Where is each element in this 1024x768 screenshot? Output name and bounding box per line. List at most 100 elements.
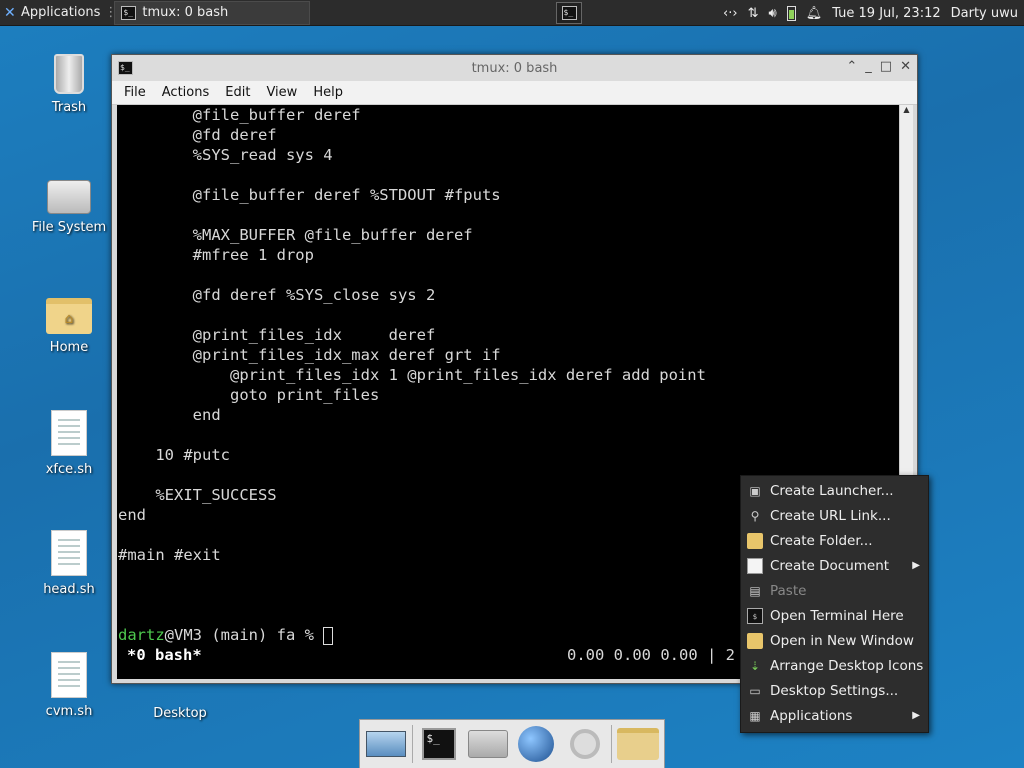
trash-icon [54,54,84,94]
prompt-user: dartz [118,626,165,644]
folder-icon [747,632,763,649]
submenu-arrow-icon: ▶ [912,560,920,571]
dock: $_ [359,719,665,768]
context-menu-item[interactable]: Create Folder... [741,528,928,553]
paste-icon: ▤ [749,583,761,598]
terminal-icon: $ [747,607,763,624]
context-menu-item[interactable]: ▭ Desktop Settings... [741,678,928,703]
tmux-status-load: 0.00 0.00 0.00 | 2 [567,646,735,664]
minimize-icon[interactable]: _ [865,59,872,74]
tmux-status-window: *0 bash* [127,646,202,664]
user-menu[interactable]: Darty uwu [951,6,1018,21]
terminal-icon: $_ [422,728,457,760]
top-panel: ✕ Applications ⋮ $_ tmux: 0 bash $_ ‹·› … [0,0,1024,26]
dock-home[interactable] [466,722,510,766]
dock-separator [610,725,612,763]
menu-edit[interactable]: Edit [219,83,256,102]
dock-folder[interactable] [616,722,660,766]
menu-view[interactable]: View [260,83,303,102]
desktop-icon-head-sh[interactable]: head.sh [24,530,114,597]
context-menu-label: Create Launcher... [770,482,894,499]
scroll-up-arrow-icon[interactable]: ▲ [900,105,913,114]
desktop-icon-cvm-sh[interactable]: cvm.sh [24,652,114,719]
context-menu-item[interactable]: ▣ Create Launcher... [741,478,928,503]
folder-icon [616,728,659,760]
context-menu-item[interactable]: $ Open Terminal Here [741,603,928,628]
search-icon [569,729,600,759]
maximize-icon[interactable]: □ [880,59,892,74]
context-menu-label: Open in New Window [770,632,914,649]
menu-actions[interactable]: Actions [156,83,216,102]
applications-icon: ▦ [749,708,761,723]
context-menu-item[interactable]: ▦ Applications ▶ [741,703,928,728]
menu-file[interactable]: File [118,83,152,102]
taskbar-item-tmux[interactable]: $_ tmux: 0 bash [114,0,311,25]
script-file-icon [51,530,87,576]
system-tray: ‹·› ⇅ 🔊︎ 🔔︎ Tue 19 Jul, 23:12 Darty uwu [723,0,1024,26]
desktop-icon-label: File System [31,220,107,235]
dock-web-browser[interactable] [514,722,558,766]
notification-bell-icon[interactable]: 🔔︎ [806,6,823,21]
context-menu-label: Create Document [770,557,890,574]
shell-prompt: dartz@VM3 (main) fa % [118,625,334,645]
context-menu-label: Create Folder... [770,532,873,549]
close-icon[interactable]: ✕ [900,59,911,74]
submenu-arrow-icon: ▶ [912,710,920,721]
desktop-icon-label: xfce.sh [45,462,93,477]
network-arrows-icon[interactable]: ‹·› [723,6,738,21]
text-cursor [323,626,334,645]
arrange-icon: ⇣ [749,658,761,673]
menu-help[interactable]: Help [307,83,349,102]
network-transfer-icon[interactable]: ⇅ [748,6,759,21]
window-controls: ⌃ _ □ ✕ [846,59,911,74]
desktop-icon-trash[interactable]: Trash [24,54,114,115]
shade-icon[interactable]: ⌃ [846,59,857,74]
home-folder-icon [467,730,508,758]
link-icon: ⚲ [750,508,760,523]
window-title: tmux: 0 bash [471,60,558,76]
drive-icon [47,180,91,214]
context-menu-item: ▤ Paste [741,578,928,603]
volume-icon[interactable]: 🔊︎ [768,6,776,21]
context-menu-label: Arrange Desktop Icons [770,657,924,674]
window-titlebar[interactable]: $_ tmux: 0 bash ⌃ _ □ ✕ [112,55,917,81]
folder-icon [747,532,763,549]
clock[interactable]: Tue 19 Jul, 23:12 [832,6,940,21]
workspace-switcher[interactable]: $_ [556,2,582,24]
dock-show-desktop[interactable] [364,722,408,766]
context-menu-item[interactable]: Open in New Window [741,628,928,653]
context-menu-item[interactable]: ⇣ Arrange Desktop Icons [741,653,928,678]
terminal-icon: $_ [121,5,137,20]
desktop-icon-home[interactable]: ⌂ Home [24,298,114,355]
context-menu-label: Open Terminal Here [770,607,904,624]
launcher-icon: ▣ [749,483,761,498]
document-icon [747,557,763,574]
applications-label: Applications [21,5,101,20]
dock-terminal[interactable]: $_ [417,722,461,766]
context-menu-label: Create URL Link... [770,507,891,524]
dock-search[interactable] [562,722,606,766]
web-browser-icon [518,726,555,762]
desktop-icon-file-system[interactable]: File System [24,180,114,235]
desktop-icon-xfce-sh[interactable]: xfce.sh [24,410,114,477]
context-menu-label: Desktop Settings... [770,682,899,699]
desktop-context-menu: ▣ Create Launcher... ⚲ Create URL Link... Cr… [740,475,929,733]
xfce-logo-icon: ✕ [4,4,16,21]
home-folder-icon: ⌂ [46,298,92,334]
prompt-rest: @VM3 (main) fa % [164,626,324,644]
desktop-icon-label: head.sh [43,582,95,597]
panel-separator: ⋮ [104,5,118,20]
taskbar-item-label: tmux: 0 bash [142,5,229,20]
desktop-icon-desktop[interactable]: Desktop [135,706,225,721]
context-menu-item[interactable]: ⚲ Create URL Link... [741,503,928,528]
applications-menu-button[interactable]: ✕ Applications [0,0,104,26]
desktop-icon-label: Desktop [153,706,207,721]
desktop-icon-label: Home [49,340,89,355]
terminal-icon: $_ [561,6,577,20]
battery-icon[interactable] [786,5,796,21]
menubar: File Actions Edit View Help [112,81,917,105]
script-file-icon [51,410,87,456]
script-file-icon [51,652,87,698]
context-menu-item[interactable]: Create Document ▶ [741,553,928,578]
show-desktop-icon [366,731,407,757]
